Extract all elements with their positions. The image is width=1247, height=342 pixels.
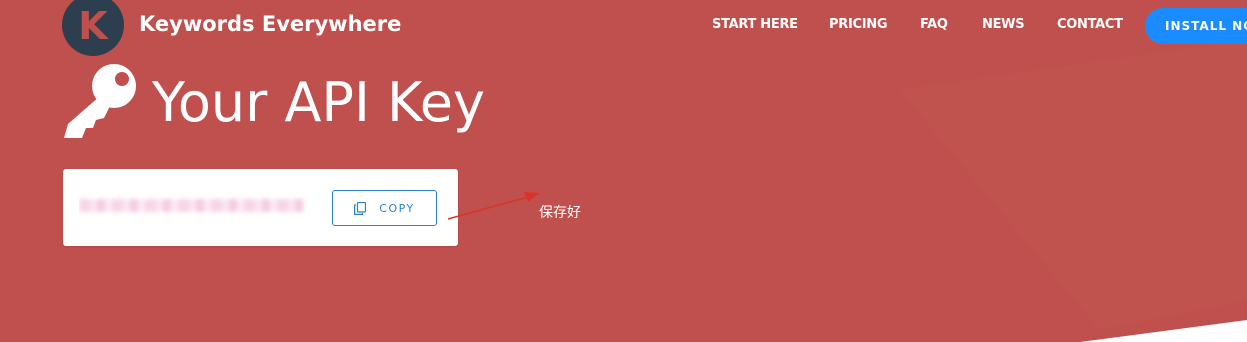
nav-news[interactable]: NEWS [982,17,1025,32]
nav-pricing[interactable]: PRICING [829,17,888,32]
nav-contact[interactable]: CONTACT [1057,17,1123,32]
api-key-value [79,191,309,221]
annotation-note: 保存好 [539,205,581,221]
nav-start-here[interactable]: START HERE [712,17,798,32]
api-key-card: COPY [63,169,458,246]
brand-name[interactable]: Keywords Everywhere [139,12,401,36]
key-icon [64,64,136,138]
copy-button[interactable]: COPY [332,190,437,226]
copy-label: COPY [379,201,415,215]
hero-section: K Keywords Everywhere START HERE PRICING… [0,0,1247,342]
api-key-blurred-text [79,199,304,212]
page-title: Your API Key [152,71,485,134]
copy-icon [354,201,367,215]
nav-faq[interactable]: FAQ [920,17,948,32]
logo-letter: K [78,4,108,48]
install-now-button[interactable]: INSTALL NOW [1145,8,1247,44]
